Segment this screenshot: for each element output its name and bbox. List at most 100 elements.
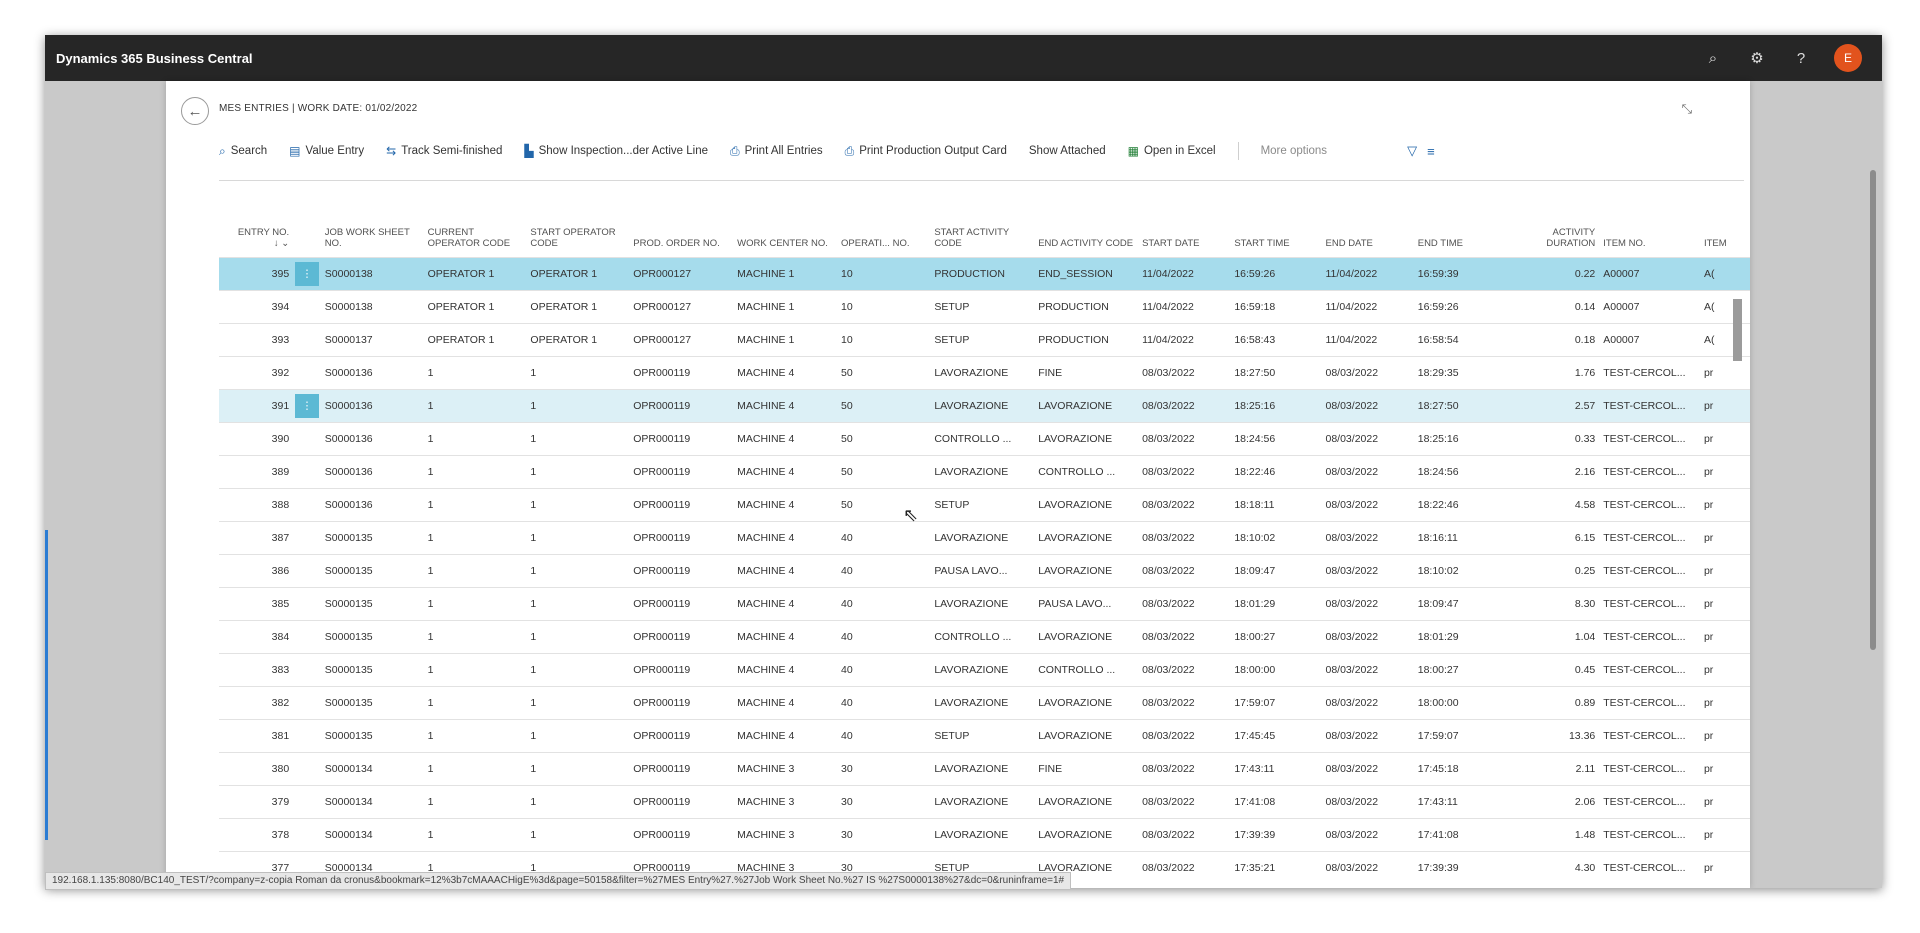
col-start-time[interactable]: START TIME — [1230, 181, 1321, 258]
table-cell[interactable]: 08/03/2022 — [1321, 455, 1414, 489]
table-cell[interactable]: 08/03/2022 — [1138, 851, 1231, 884]
table-cell[interactable]: OPERATOR 1 — [423, 257, 527, 291]
table-cell[interactable]: 394 — [219, 290, 294, 324]
table-cell[interactable]: pr — [1699, 719, 1750, 753]
row-menu-button[interactable]: ⋮ — [293, 257, 321, 291]
table-cell[interactable]: 08/03/2022 — [1138, 422, 1231, 456]
col-entry-no[interactable]: ENTRY NO. ↓ ⌄ — [219, 181, 293, 258]
table-cell[interactable]: 1.76 — [1505, 356, 1600, 390]
table-cell[interactable]: LAVORAZIONE — [1034, 620, 1139, 654]
table-cell[interactable]: 1 — [423, 389, 527, 423]
table-cell[interactable]: 11/04/2022 — [1138, 257, 1231, 291]
search-action[interactable]: ⌕ Search — [219, 144, 267, 159]
table-cell[interactable]: 386 — [219, 554, 294, 588]
table-cell[interactable]: 0.33 — [1505, 422, 1600, 456]
window-scrollbar[interactable] — [1870, 170, 1876, 650]
table-cell[interactable]: 08/03/2022 — [1138, 785, 1231, 819]
table-cell[interactable]: A00007 — [1599, 257, 1700, 291]
table-cell[interactable]: OPR000119 — [629, 356, 734, 390]
table-row[interactable]: 380 S0000134 1 1 OPR000119 MACHINE 3 30 LAVORAZ… — [219, 752, 1750, 786]
table-cell[interactable]: OPERATOR 1 — [423, 290, 527, 324]
table-cell[interactable]: MACHINE 1 — [733, 290, 838, 324]
table-cell[interactable]: 378 — [219, 818, 294, 852]
table-cell[interactable]: 17:45:45 — [1230, 719, 1322, 753]
table-cell[interactable]: 2.57 — [1505, 389, 1600, 423]
table-cell[interactable]: TEST-CERCOL... — [1599, 455, 1700, 489]
table-cell[interactable]: 1 — [526, 554, 630, 588]
table-cell[interactable]: OPERATOR 1 — [423, 323, 527, 357]
table-cell[interactable]: MACHINE 4 — [733, 521, 838, 555]
table-cell[interactable]: pr — [1699, 653, 1750, 687]
table-cell[interactable]: pr — [1699, 587, 1750, 621]
table-cell[interactable]: TEST-CERCOL... — [1599, 488, 1700, 522]
table-cell[interactable]: TEST-CERCOL... — [1599, 422, 1700, 456]
table-cell[interactable]: 40 — [837, 620, 931, 654]
table-cell[interactable]: MACHINE 4 — [733, 389, 838, 423]
table-scrollbar[interactable] — [1733, 299, 1742, 361]
table-cell[interactable]: 16:59:18 — [1230, 290, 1322, 324]
table-cell[interactable]: 11/04/2022 — [1321, 257, 1414, 291]
table-cell[interactable]: 0.25 — [1505, 554, 1600, 588]
table-row[interactable]: 395 ⋮ S0000138 OPERATOR 1 OPERATOR 1 OPR00012… — [219, 257, 1750, 291]
table-cell[interactable]: OPR000119 — [629, 653, 734, 687]
table-cell[interactable]: MACHINE 4 — [733, 488, 838, 522]
table-row[interactable]: 391 ⋮ S0000136 1 1 OPR000119 MACHINE 4 50 LAVORA… — [219, 389, 1750, 423]
table-cell[interactable]: LAVORAZIONE — [1034, 554, 1139, 588]
col-activity-duration[interactable]: ACTIVITY DURATION — [1506, 181, 1599, 258]
table-cell[interactable]: 18:27:50 — [1230, 356, 1322, 390]
table-cell[interactable]: LAVORAZIONE — [930, 587, 1035, 621]
table-cell[interactable]: 08/03/2022 — [1321, 851, 1414, 884]
table-cell[interactable]: MACHINE 1 — [733, 323, 838, 357]
table-cell[interactable]: 18:10:02 — [1413, 554, 1506, 588]
table-cell[interactable]: SETUP — [930, 323, 1035, 357]
table-cell[interactable]: S0000138 — [320, 290, 424, 324]
table-cell[interactable]: 1 — [423, 686, 527, 720]
filter-icon[interactable]: ▽ — [1407, 143, 1417, 159]
table-cell[interactable]: 08/03/2022 — [1138, 488, 1231, 522]
table-cell[interactable]: 395 — [219, 257, 294, 291]
table-cell[interactable]: FINE — [1034, 356, 1139, 390]
collapse-icon[interactable]: ⤡ — [1682, 101, 1692, 117]
table-cell[interactable]: A( — [1699, 323, 1750, 357]
table-cell[interactable]: 393 — [219, 323, 294, 357]
table-cell[interactable]: 1 — [423, 455, 527, 489]
table-cell[interactable]: 1 — [526, 422, 630, 456]
table-row[interactable]: 382 S0000135 1 1 OPR000119 MACHINE 4 40 LAVORAZ… — [219, 686, 1750, 720]
table-cell[interactable]: 17:45:18 — [1413, 752, 1506, 786]
table-cell[interactable]: 388 — [219, 488, 294, 522]
table-cell[interactable]: 17:41:08 — [1413, 818, 1506, 852]
table-cell[interactable]: 18:01:29 — [1413, 620, 1506, 654]
table-cell[interactable]: 2.06 — [1505, 785, 1600, 819]
table-cell[interactable]: S0000135 — [320, 686, 424, 720]
table-cell[interactable]: 08/03/2022 — [1138, 356, 1231, 390]
table-cell[interactable]: MACHINE 3 — [733, 785, 838, 819]
table-cell[interactable]: 0.89 — [1505, 686, 1600, 720]
table-cell[interactable]: 08/03/2022 — [1321, 686, 1414, 720]
table-cell[interactable]: pr — [1699, 455, 1750, 489]
table-cell[interactable]: S0000137 — [320, 323, 424, 357]
table-cell[interactable]: 50 — [837, 389, 931, 423]
col-end-date[interactable]: END DATE — [1322, 181, 1414, 258]
col-job-work-sheet[interactable]: JOB WORK SHEET NO. — [321, 181, 424, 258]
table-cell[interactable]: 381 — [219, 719, 294, 753]
table-cell[interactable]: S0000138 — [320, 257, 424, 291]
table-cell[interactable]: 18:00:27 — [1413, 653, 1506, 687]
col-start-operator[interactable]: START OPERATOR CODE — [526, 181, 629, 258]
table-cell[interactable]: 08/03/2022 — [1138, 389, 1231, 423]
table-cell[interactable]: A( — [1699, 290, 1750, 324]
table-cell[interactable]: LAVORAZIONE — [930, 455, 1035, 489]
row-menu-button[interactable] — [293, 587, 321, 621]
table-cell[interactable]: OPR000119 — [629, 818, 734, 852]
table-cell[interactable]: 08/03/2022 — [1138, 587, 1231, 621]
row-menu-button[interactable] — [293, 719, 321, 753]
table-cell[interactable]: 10 — [837, 257, 931, 291]
table-cell[interactable]: 1 — [526, 686, 630, 720]
table-cell[interactable]: OPR000119 — [629, 455, 734, 489]
table-cell[interactable]: pr — [1699, 521, 1750, 555]
table-cell[interactable]: 50 — [837, 455, 931, 489]
table-cell[interactable]: S0000135 — [320, 653, 424, 687]
table-cell[interactable]: S0000134 — [320, 818, 424, 852]
row-menu-button[interactable] — [293, 488, 321, 522]
table-cell[interactable]: 1 — [526, 653, 630, 687]
table-cell[interactable]: 18:27:50 — [1413, 389, 1506, 423]
